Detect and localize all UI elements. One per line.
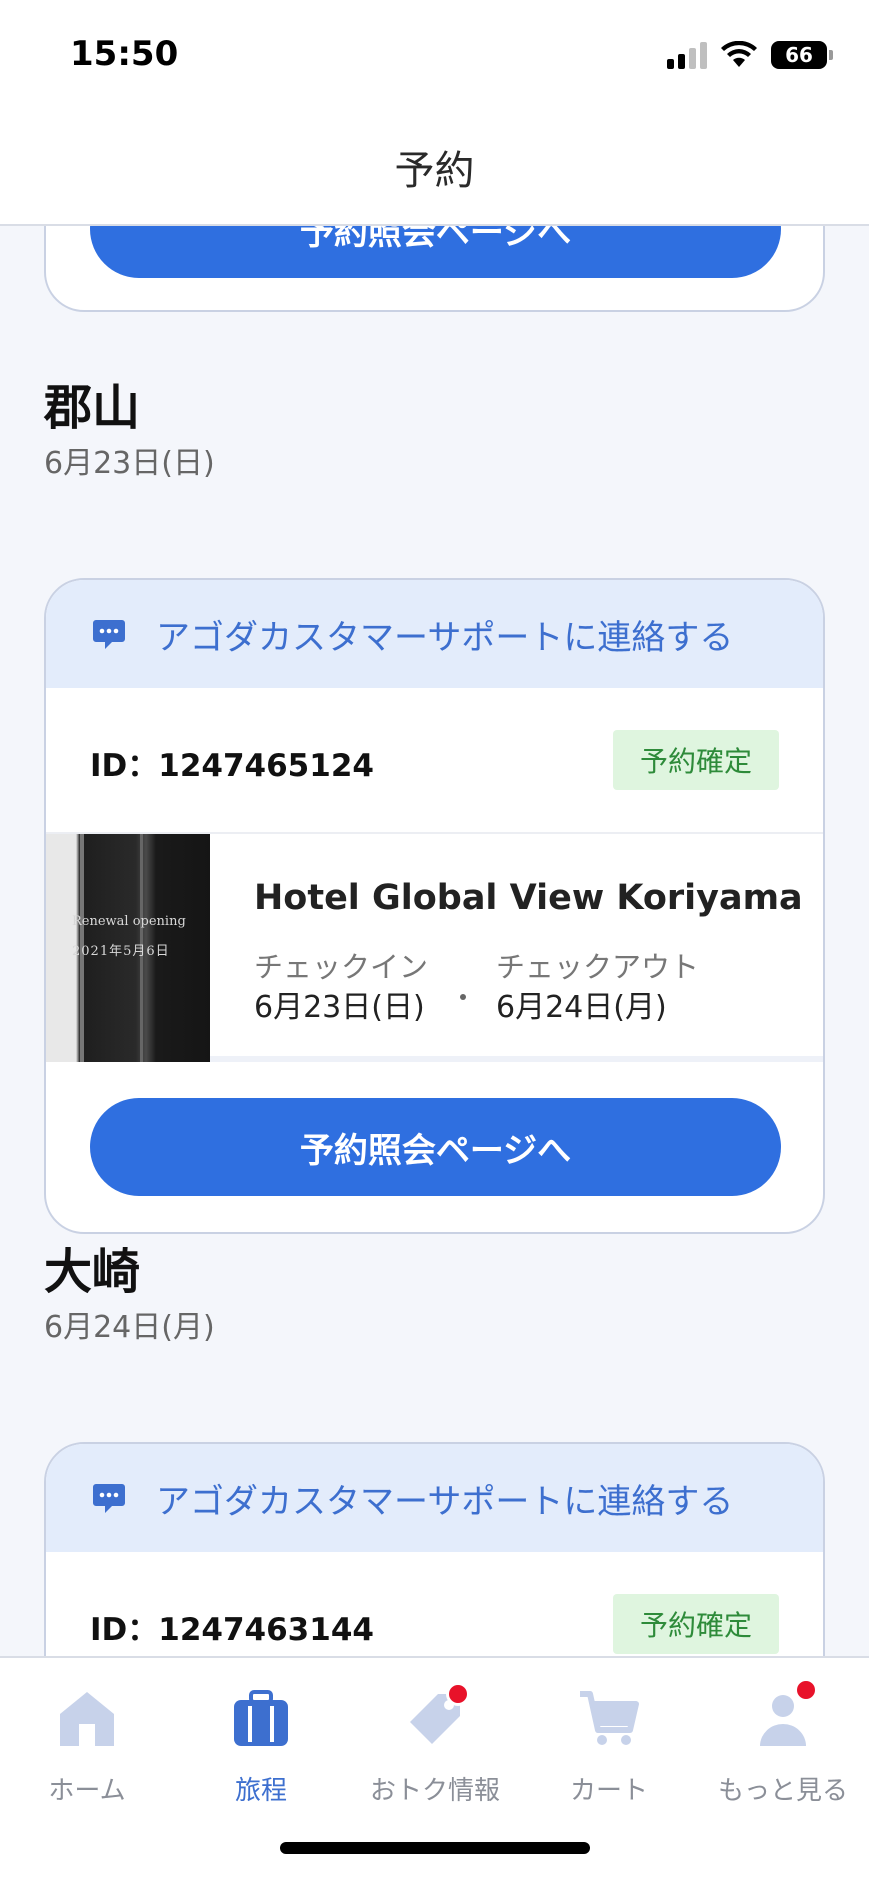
nav-label-cart: カート xyxy=(569,1776,648,1806)
wifi-icon xyxy=(721,41,757,67)
notification-dot xyxy=(794,1678,818,1702)
home-icon xyxy=(60,1692,114,1746)
nav-item-more[interactable]: もっと見る xyxy=(696,1678,869,1816)
person-icon-wrapper xyxy=(750,1678,818,1752)
status-time: 15:50 xyxy=(70,34,179,74)
support-label: アゴダカスタマーサポートに連絡する xyxy=(156,617,734,658)
booking-card: アゴダカスタマーサポートに連絡する ID：1247463144 予約確定 xyxy=(44,1442,825,1656)
booking-card-previous: 予約照会ページへ xyxy=(44,226,825,312)
booking-id: ID：1247463144 xyxy=(90,1612,374,1648)
support-link[interactable]: アゴダカスタマーサポートに連絡する xyxy=(46,1444,823,1552)
booking-id-row: ID：1247465124 予約確定 xyxy=(46,688,823,834)
nav-label-home: ホーム xyxy=(48,1776,126,1806)
section-date: 6月23日(日) xyxy=(44,446,215,481)
checkout-date: 6月24日(月) xyxy=(496,990,667,1025)
tag-icon-wrapper xyxy=(402,1682,470,1752)
nav-label-more: もっと見る xyxy=(717,1776,848,1806)
checkout-label: チェックアウト xyxy=(496,950,700,984)
notification-dot xyxy=(446,1682,470,1706)
section-date: 6月24日(月) xyxy=(44,1310,215,1345)
nav-item-itinerary[interactable]: 旅程 xyxy=(174,1686,348,1816)
cellular-signal-icon xyxy=(667,41,707,69)
page-title: 予約 xyxy=(394,148,475,194)
support-link[interactable]: アゴダカスタマーサポートに連絡する xyxy=(46,580,823,688)
hotel-image-caption: Renewal opening xyxy=(72,914,186,929)
view-booking-button[interactable]: 予約照会ページへ xyxy=(90,1098,781,1196)
hotel-row[interactable]: Renewal opening 2021年5月6日 Hotel Global V… xyxy=(46,834,823,1062)
page-header: 予約 xyxy=(0,110,869,226)
battery-icon: 66 xyxy=(771,41,833,69)
view-booking-button[interactable]: 予約照会ページへ xyxy=(90,226,781,278)
section-city: 郡山 xyxy=(44,380,141,436)
support-label: アゴダカスタマーサポートに連絡する xyxy=(156,1481,734,1522)
hotel-image: Renewal opening 2021年5月6日 xyxy=(46,834,210,1062)
hotel-image-date: 2021年5月6日 xyxy=(72,944,170,959)
status-bar: 15:50 66 xyxy=(0,0,869,110)
status-icons: 66 xyxy=(667,36,833,74)
section-city: 大崎 xyxy=(44,1244,141,1300)
bookings-list[interactable]: 予約照会ページへ 郡山 6月23日(日) アゴダカスタマーサポートに連絡する I… xyxy=(0,226,869,1656)
separator-dot xyxy=(460,994,466,1000)
booking-id-row: ID：1247463144 予約確定 xyxy=(46,1552,823,1656)
nav-item-deals[interactable]: おトク情報 xyxy=(348,1682,522,1816)
nav-item-home[interactable]: ホーム xyxy=(0,1686,174,1816)
home-indicator xyxy=(280,1842,590,1854)
chat-icon xyxy=(93,1484,125,1513)
status-badge: 予約確定 xyxy=(613,1594,779,1654)
checkin-label: チェックイン xyxy=(254,950,429,984)
checkin-date: 6月23日(日) xyxy=(254,990,425,1025)
booking-card: アゴダカスタマーサポートに連絡する ID：1247465124 予約確定 Ren… xyxy=(44,578,825,1234)
chat-icon xyxy=(93,620,125,649)
hotel-name: Hotel Global View Koriyama xyxy=(254,878,803,918)
booking-id: ID：1247465124 xyxy=(90,748,374,784)
nav-label-deals: おトク情報 xyxy=(369,1776,500,1806)
nav-item-cart[interactable]: カート xyxy=(522,1686,696,1816)
cart-icon xyxy=(580,1691,639,1745)
suitcase-icon xyxy=(234,1690,288,1746)
status-badge: 予約確定 xyxy=(613,730,779,790)
nav-label-itinerary: 旅程 xyxy=(234,1776,287,1806)
